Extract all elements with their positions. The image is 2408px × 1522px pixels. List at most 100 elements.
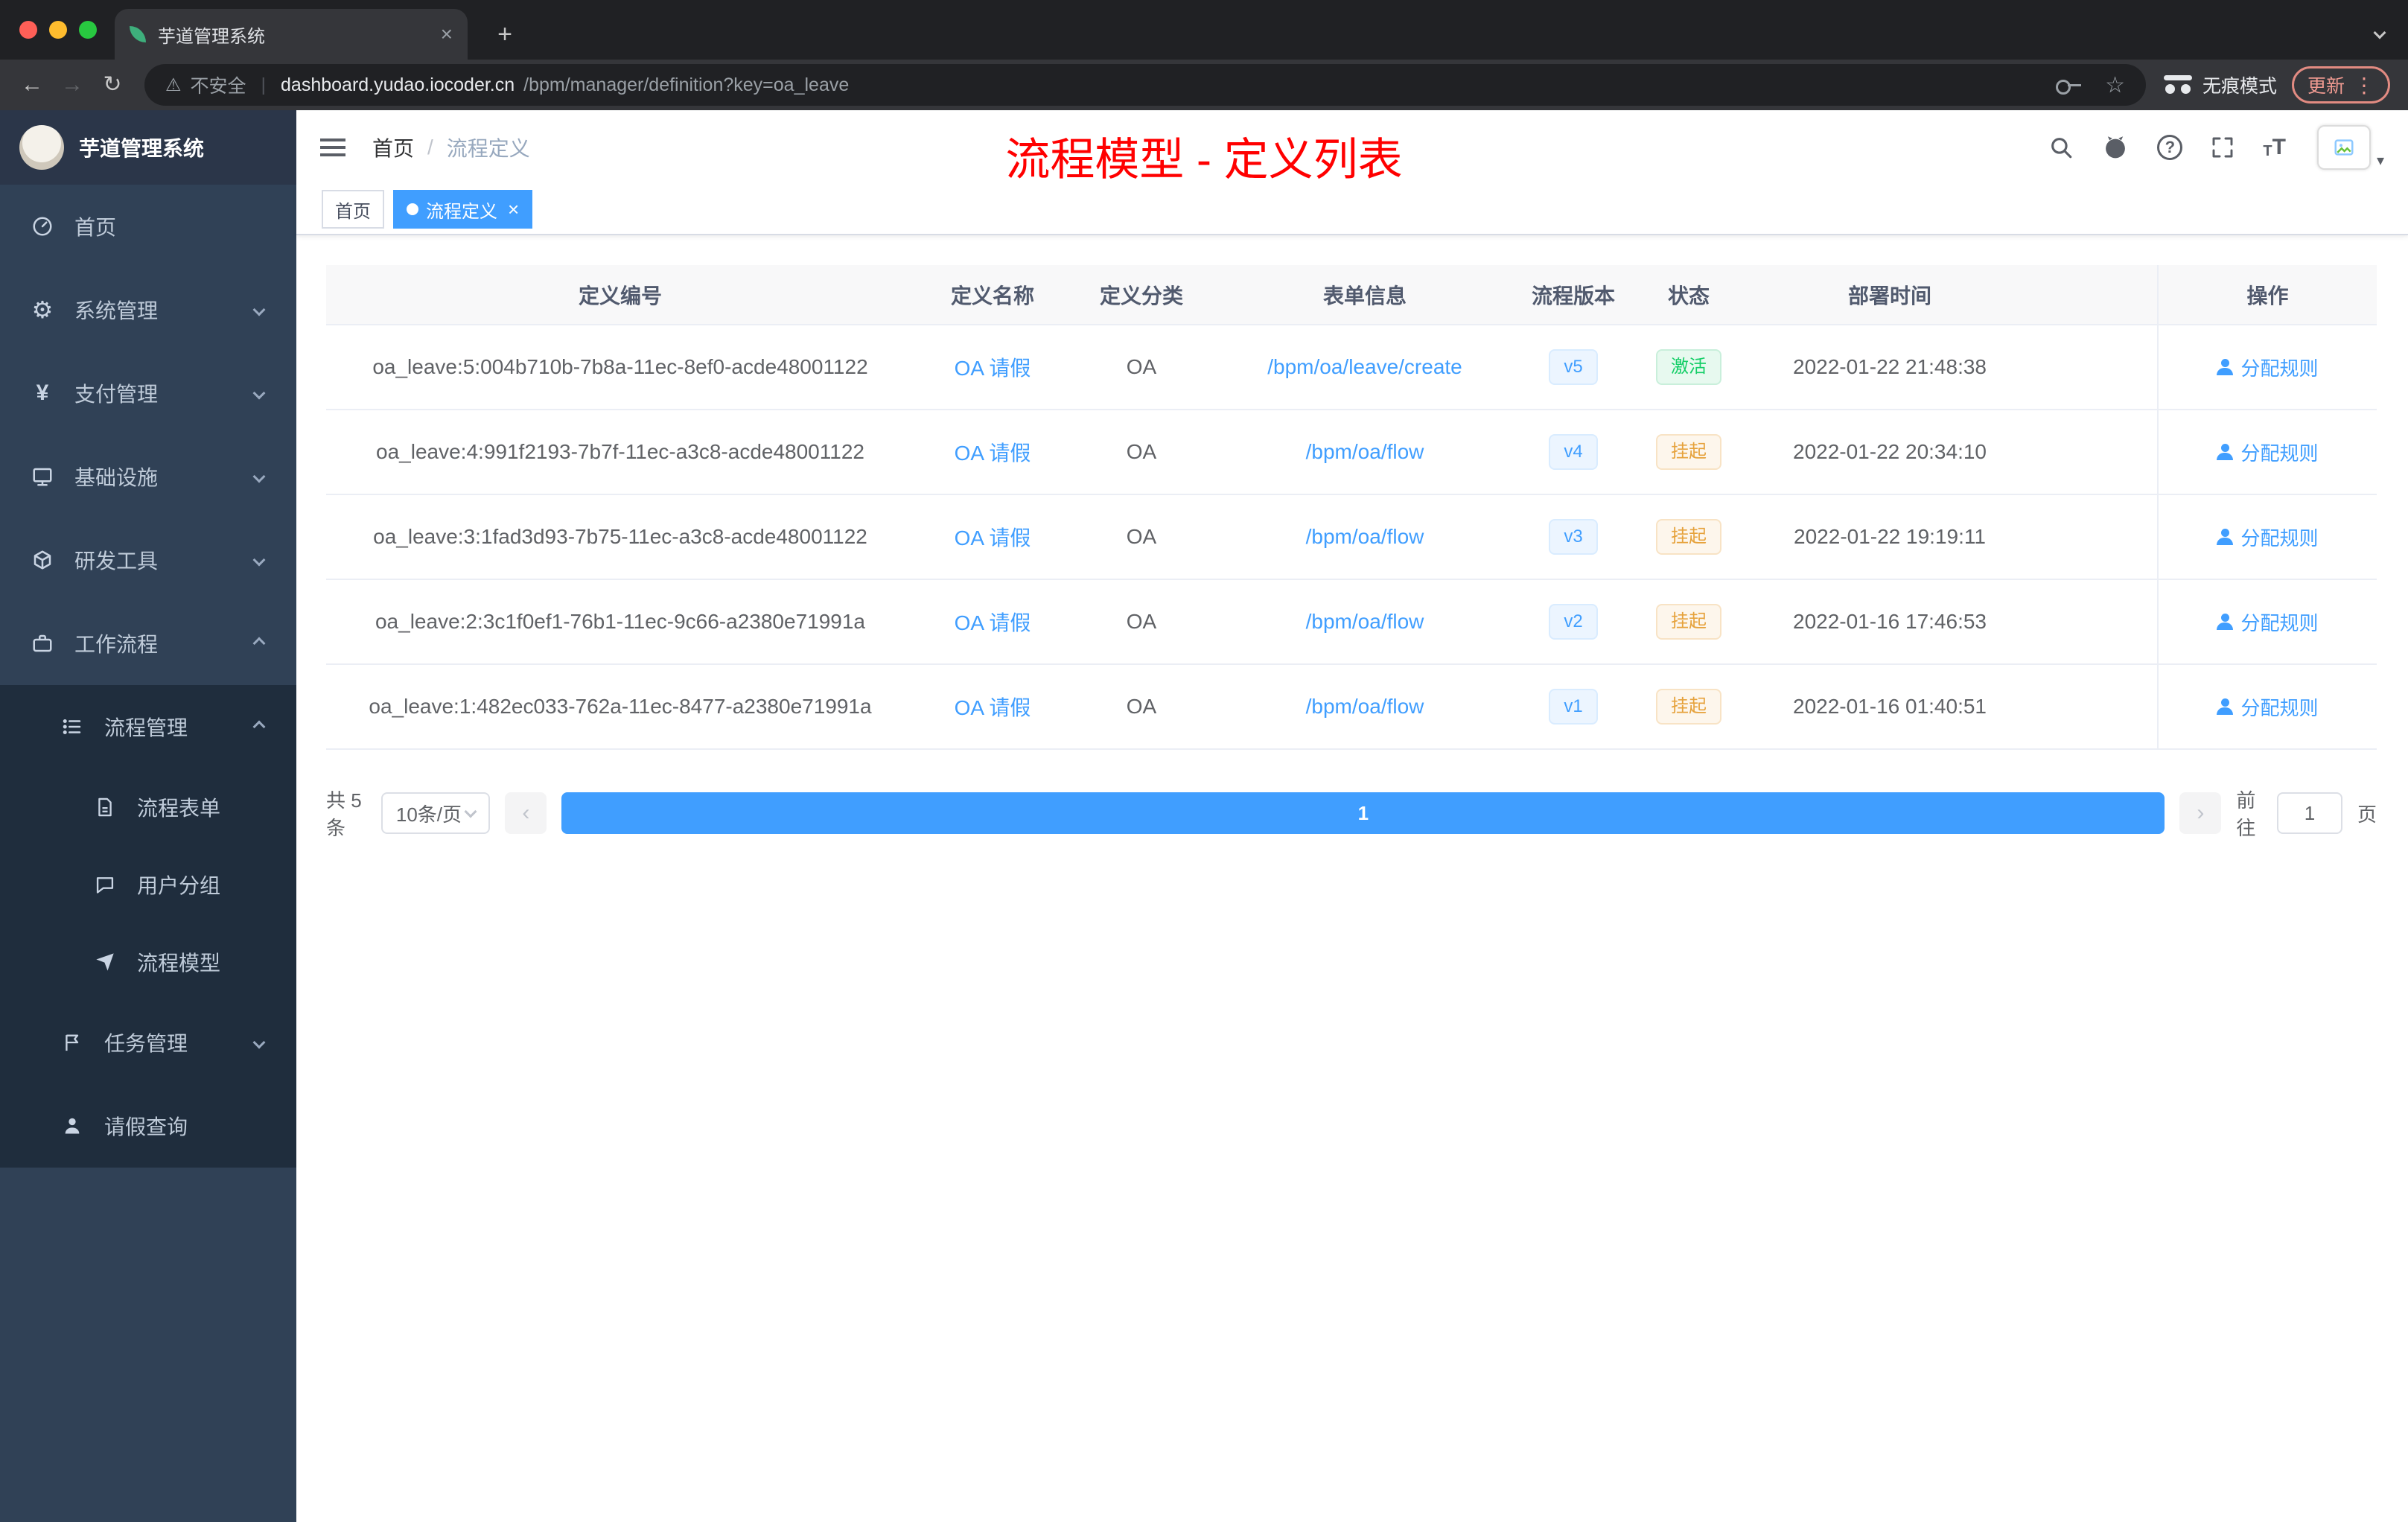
annotation-title: 流程模型 - 定义列表: [1005, 135, 1403, 185]
cell-operations: 分配规则: [2157, 579, 2377, 665]
column-operations: 操作: [2157, 265, 2377, 325]
table-header-row: 定义编号 定义名称 定义分类 表单信息 流程版本 状态 部署时间 操作: [326, 265, 2377, 325]
github-icon[interactable]: [2102, 134, 2129, 161]
definition-name-link[interactable]: OA 请假: [955, 357, 1031, 380]
assign-rule-link[interactable]: 分配规则: [2217, 439, 2319, 466]
sidebar-item-payment[interactable]: ¥ 支付管理: [0, 351, 296, 435]
site-favicon-icon: [130, 26, 146, 42]
sidebar-item-process-form[interactable]: 流程表单: [0, 768, 296, 846]
cell-definition-name: OA 请假: [914, 579, 1071, 665]
cell-spacer: [2031, 410, 2158, 495]
form-link[interactable]: /bpm/oa/flow: [1306, 610, 1424, 633]
not-secure-warning-icon: ⚠: [165, 74, 182, 95]
next-page-button[interactable]: ›: [2179, 792, 2222, 834]
chevron-up-icon: [252, 720, 266, 733]
cell-deploy-time: 2022-01-22 19:19:11: [1748, 494, 2031, 580]
current-page-button[interactable]: 1: [561, 792, 2165, 834]
font-size-icon[interactable]: TT: [2263, 136, 2286, 159]
definition-name-link[interactable]: OA 请假: [955, 442, 1031, 465]
tab-title: 芋道管理系统: [158, 26, 265, 47]
window-zoom-button[interactable]: [79, 21, 97, 39]
cell-deploy-time: 2022-01-16 01:40:51: [1748, 664, 2031, 750]
definition-name-link[interactable]: OA 请假: [955, 611, 1031, 634]
cell-version: v3: [1517, 494, 1629, 580]
browser-tab[interactable]: 芋道管理系统 ×: [115, 9, 468, 60]
browser-menu-icon[interactable]: ⋮: [2354, 73, 2374, 98]
form-link[interactable]: /bpm/oa/flow: [1306, 440, 1424, 463]
definition-table: 定义编号 定义名称 定义分类 表单信息 流程版本 状态 部署时间 操作 oa_l…: [326, 265, 2377, 750]
sidebar-item-home[interactable]: 首页: [0, 185, 296, 268]
tab-close-icon[interactable]: ×: [441, 24, 453, 45]
cell-definition-name: OA 请假: [914, 664, 1071, 750]
sidebar-item-user-group[interactable]: 用户分组: [0, 846, 296, 923]
assign-rule-link[interactable]: 分配规则: [2217, 693, 2319, 721]
column-definition-name: 定义名称: [914, 265, 1071, 325]
sidebar-item-process-model[interactable]: 流程模型: [0, 923, 296, 1001]
sidebar-item-devtools[interactable]: 研发工具: [0, 518, 296, 602]
window-minimize-button[interactable]: [49, 21, 67, 39]
browser-toolbar: ← → ↻ ⚠ 不安全 | dashboard.yudao.iocoder.cn…: [0, 60, 2408, 110]
update-browser-button[interactable]: 更新 ⋮: [2291, 66, 2390, 104]
back-icon[interactable]: ←: [12, 74, 52, 96]
chevron-down-icon: [464, 805, 477, 818]
reload-icon[interactable]: ↻: [92, 74, 133, 96]
help-icon[interactable]: ?: [2157, 135, 2183, 160]
page-size-select[interactable]: 10条/页: [380, 792, 491, 834]
sidebar-item-process-manage[interactable]: 流程管理: [0, 685, 296, 768]
search-icon[interactable]: [2048, 135, 2074, 160]
assign-rule-link[interactable]: 分配规则: [2217, 608, 2319, 636]
bookmark-star-icon[interactable]: ☆: [2105, 72, 2125, 98]
tag-home[interactable]: 首页: [322, 190, 384, 229]
user-avatar-menu[interactable]: ▾: [2316, 125, 2384, 170]
version-badge: v2: [1549, 604, 1598, 640]
prev-page-button[interactable]: ‹: [505, 792, 547, 834]
yen-icon: ¥: [36, 380, 49, 405]
sidebar-item-system[interactable]: ⚙ 系统管理: [0, 268, 296, 351]
cell-deploy-time: 2022-01-22 21:48:38: [1748, 325, 2031, 410]
assign-rule-link[interactable]: 分配规则: [2217, 354, 2319, 381]
address-bar[interactable]: ⚠ 不安全 | dashboard.yudao.iocoder.cn /bpm/…: [144, 64, 2146, 106]
sidebar-item-workflow[interactable]: 工作流程: [0, 602, 296, 685]
cell-category: OA: [1071, 325, 1212, 410]
workflow-submenu: 流程管理 流程表单 用户分组 流程模型 任务管理 请假查询: [0, 685, 296, 1168]
status-badge: 挂起: [1656, 434, 1721, 470]
assign-rule-link[interactable]: 分配规则: [2217, 523, 2319, 551]
table-row: oa_leave:1:482ec033-762a-11ec-8477-a2380…: [326, 664, 2377, 750]
fullscreen-icon[interactable]: [2211, 136, 2235, 159]
version-badge: v3: [1549, 519, 1598, 555]
sidebar-item-task-manage[interactable]: 任务管理: [0, 1001, 296, 1084]
form-link[interactable]: /bpm/oa/flow: [1306, 525, 1424, 548]
form-link[interactable]: /bpm/oa/flow: [1306, 695, 1424, 718]
definition-name-link[interactable]: OA 请假: [955, 526, 1031, 550]
definition-name-link[interactable]: OA 请假: [955, 696, 1031, 719]
breadcrumb-home[interactable]: 首页: [372, 133, 414, 162]
cell-version: v4: [1517, 410, 1629, 495]
form-link[interactable]: /bpm/oa/leave/create: [1267, 355, 1462, 378]
cell-status: 挂起: [1629, 664, 1748, 750]
hamburger-menu-icon[interactable]: [320, 138, 345, 156]
header-actions: ? TT ▾: [2048, 125, 2384, 170]
paper-plane-icon: [92, 952, 118, 972]
forward-icon[interactable]: →: [52, 74, 92, 96]
password-key-icon[interactable]: [2056, 78, 2082, 95]
table-row: oa_leave:3:1fad3d93-7b75-11ec-a3c8-acde4…: [326, 494, 2377, 580]
tag-process-definition[interactable]: 流程定义 ×: [393, 190, 533, 229]
chevron-down-icon: [252, 386, 266, 400]
chevron-down-icon: [252, 1036, 266, 1049]
new-tab-button[interactable]: +: [488, 19, 521, 49]
sidebar-logo[interactable]: 芋道管理系统: [0, 110, 296, 185]
cell-version: v2: [1517, 579, 1629, 665]
table-row: oa_leave:2:3c1f0ef1-76b1-11ec-9c66-a2380…: [326, 579, 2377, 665]
tag-close-icon[interactable]: ×: [508, 200, 519, 219]
security-label[interactable]: 不安全: [191, 71, 246, 98]
window-close-button[interactable]: [19, 21, 37, 39]
monitor-icon: [30, 465, 55, 488]
tab-search-icon[interactable]: [2373, 26, 2386, 39]
pagination: 共 5 条 10条/页 ‹ 1 › 前往 页: [326, 786, 2377, 841]
incognito-badge: 无痕模式: [2163, 71, 2277, 98]
goto-page-input[interactable]: [2276, 792, 2342, 834]
status-badge: 激活: [1656, 349, 1721, 385]
sidebar-item-leave-query[interactable]: 请假查询: [0, 1084, 296, 1168]
sidebar-item-infrastructure[interactable]: 基础设施: [0, 435, 296, 518]
chevron-down-icon: [252, 470, 266, 483]
